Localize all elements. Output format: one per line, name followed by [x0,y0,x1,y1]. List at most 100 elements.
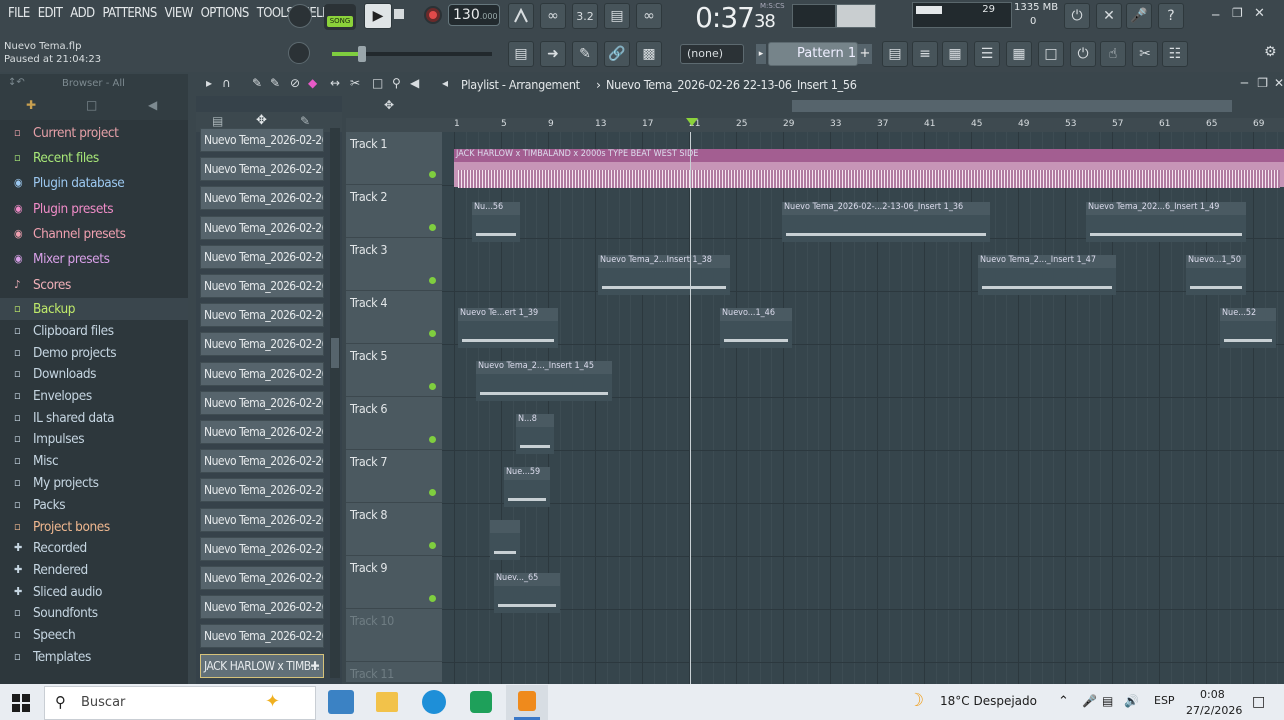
audio-clip[interactable]: Nuevo Te...ert 1_39 [458,308,558,348]
picker-item[interactable]: Nuevo Tema_2026-02-26. [200,303,324,328]
browser-item[interactable]: ▫ Impulses [14,428,85,449]
track-mute-led[interactable] [429,330,436,337]
mic-tray-icon[interactable]: 🎤 [1082,694,1097,708]
browser-item[interactable]: ▫ Current project [14,122,119,143]
track-header[interactable]: Track 10 [346,609,442,662]
master-pitch-knob[interactable] [288,42,310,64]
picker-item[interactable]: Nuevo Tema_2026-02-26. [200,478,324,503]
audio-clip[interactable]: Nuevo...1_46 [720,308,792,348]
audio-clip[interactable]: Nue...59 [504,467,550,507]
track-header[interactable]: Track 4 [346,291,442,344]
close-icon[interactable]: ✕ [1254,6,1265,21]
track-mute-led[interactable] [429,224,436,231]
browser-item[interactable]: ▫ Downloads [14,363,97,384]
network-icon[interactable]: ▤ [1102,694,1113,708]
mixer-icon[interactable]: ☰ [974,41,1000,67]
restore-icon[interactable]: ❐ [1232,6,1243,20]
picker-item[interactable]: Nuevo Tema_2026-02-26. [200,507,324,532]
touch-icon[interactable]: ☝ [1100,41,1126,67]
paint-tool-icon[interactable]: ✎ [270,76,280,90]
pattern-preset-select[interactable]: (none) [680,44,744,64]
browser-item[interactable]: ▫ Misc [14,450,59,471]
picker-item[interactable]: Nuevo Tema_2026-02-26. [200,390,324,415]
browser-item[interactable]: ▫ IL shared data [14,407,115,428]
tempo-display[interactable]: 130.000 [448,4,500,26]
menu-add[interactable]: ADD [66,6,98,24]
slip-tool-icon[interactable]: ↔ [330,76,340,90]
audio-clip[interactable]: Nuevo...1_50 [1186,255,1246,295]
picker-item[interactable]: Nuevo Tema_2026-02-26. [200,332,324,357]
plug-icon[interactable]: ⏻ [1070,41,1096,67]
mute-tool-icon[interactable]: ◆ [308,76,317,90]
playlist-grid[interactable]: JACK HARLOW x TIMBALAND x 2000s TYPE BEA… [442,132,1284,684]
piano-roll-button[interactable]: ▤ [508,41,534,67]
tools-icon[interactable]: ✕ [1096,3,1122,29]
picker-item[interactable]: Nuevo Tema_2026-02-26. [200,566,324,590]
menu-edit[interactable]: EDIT [34,6,67,24]
picker-item[interactable]: Nuevo Tema_2026-02-26. [200,186,324,211]
picker-item[interactable]: Nuevo Tema_2026-02-26. [200,128,324,152]
browser-item[interactable]: ▫ Recent files [14,147,99,168]
playlist-icon[interactable]: ▤ [882,41,908,67]
edge-browser-icon[interactable] [422,690,446,714]
blend-notes-button[interactable]: ∞ [636,3,662,29]
browser-item[interactable]: ▫ My projects [14,472,99,493]
track-header[interactable]: Track 6 [346,397,442,450]
clock-time[interactable]: 0:08 [1200,688,1225,701]
playback-tool-icon[interactable]: ◀ [410,76,419,90]
browser-item[interactable]: ▫ Demo projects [14,342,117,363]
picker-item[interactable]: Nuevo Tema_2026-02-26. [200,361,324,386]
browser-item[interactable]: ▫ Packs [14,494,66,515]
weather-text[interactable]: 18°C Despejado [940,694,1037,708]
master-slider-handle[interactable] [358,46,366,62]
browser-item[interactable]: ◉ Plugin database [14,172,125,193]
settings-icon[interactable]: ⚙ [1264,44,1277,60]
audio-clip[interactable]: Nuev..._65 [494,573,560,613]
browser-item[interactable]: ▫ Templates [14,646,91,667]
browser-item[interactable]: ✚ Sliced audio [14,581,102,602]
track-mute-led[interactable] [429,277,436,284]
whatsapp-icon[interactable] [470,691,492,713]
browser-item[interactable]: ▫ Speech [14,624,76,645]
audio-clip[interactable]: Nu...56 [472,202,520,242]
browser-item[interactable]: ▫ Project bones [14,516,110,537]
fl-studio-taskbar-button[interactable] [506,685,548,720]
picker-item[interactable]: Nuevo Tema_2026-02-26. [200,624,324,649]
tray-chevron-icon[interactable]: ⌃ [1058,694,1069,709]
track-mute-led[interactable] [429,383,436,390]
menu-options[interactable]: OPTIONS [197,6,253,24]
picker-scrollbar[interactable] [330,128,340,678]
browser-item[interactable]: ◉ Mixer presets [14,248,110,269]
master-volume-knob[interactable] [288,4,312,28]
playlist-menu-icon[interactable]: ▸ [206,76,212,90]
stop-button[interactable] [394,9,404,19]
taskbar-search[interactable]: ⚲ Buscar ✦ [44,686,316,720]
countdown-button[interactable]: 3.2 [572,3,598,29]
playlist-restore-icon[interactable]: ❐ [1257,76,1268,90]
slice-tool-icon[interactable]: ✂ [350,76,360,90]
playlist-arrow-icon[interactable]: ◂ [442,76,448,90]
step-edit-button[interactable]: ▤ [604,3,630,29]
microphone-icon[interactable]: 🎤 [1126,3,1152,29]
plugin-picker-icon[interactable]: ▦ [1006,41,1032,67]
timeline-ruler[interactable]: 1 5 9 13 17 21 25 29 33 37 41 45 49 53 57 61 65 69 [442,118,1284,132]
volume-icon[interactable]: 🔊 [1124,694,1139,708]
menu-patterns[interactable]: PATTERNS [99,6,161,24]
file-icon[interactable]: □ [1038,41,1064,67]
pattern-selector[interactable]: Pattern 1 [768,42,858,66]
audio-clip[interactable]: Nuevo Tema_202...6_Insert 1_49 [1086,202,1246,242]
pat-song-toggle[interactable]: SONG [324,4,356,30]
browser-item[interactable]: ▫ Envelopes [14,385,92,406]
play-button[interactable]: ▶ [364,3,392,29]
link-icon[interactable]: 🔗 [604,41,630,67]
picker-item[interactable]: Nuevo Tema_2026-02-26. [200,420,324,444]
audio-clip[interactable]: Nue...52 [1220,308,1276,348]
browser-item[interactable]: ▫ Soundfonts [14,602,98,623]
browser-item[interactable]: ▫ Backup [14,298,75,319]
minimize-icon[interactable]: ─ [1212,8,1219,22]
picker-item[interactable]: Nuevo Tema_2026-02-26. [200,595,324,620]
stamp-icon[interactable]: ▩ [636,41,662,67]
notification-icon[interactable]: □ [1252,694,1265,710]
picker-item[interactable]: Nuevo Tema_2026-02-26. [200,215,324,240]
track-header[interactable]: Track 2 [346,185,442,238]
